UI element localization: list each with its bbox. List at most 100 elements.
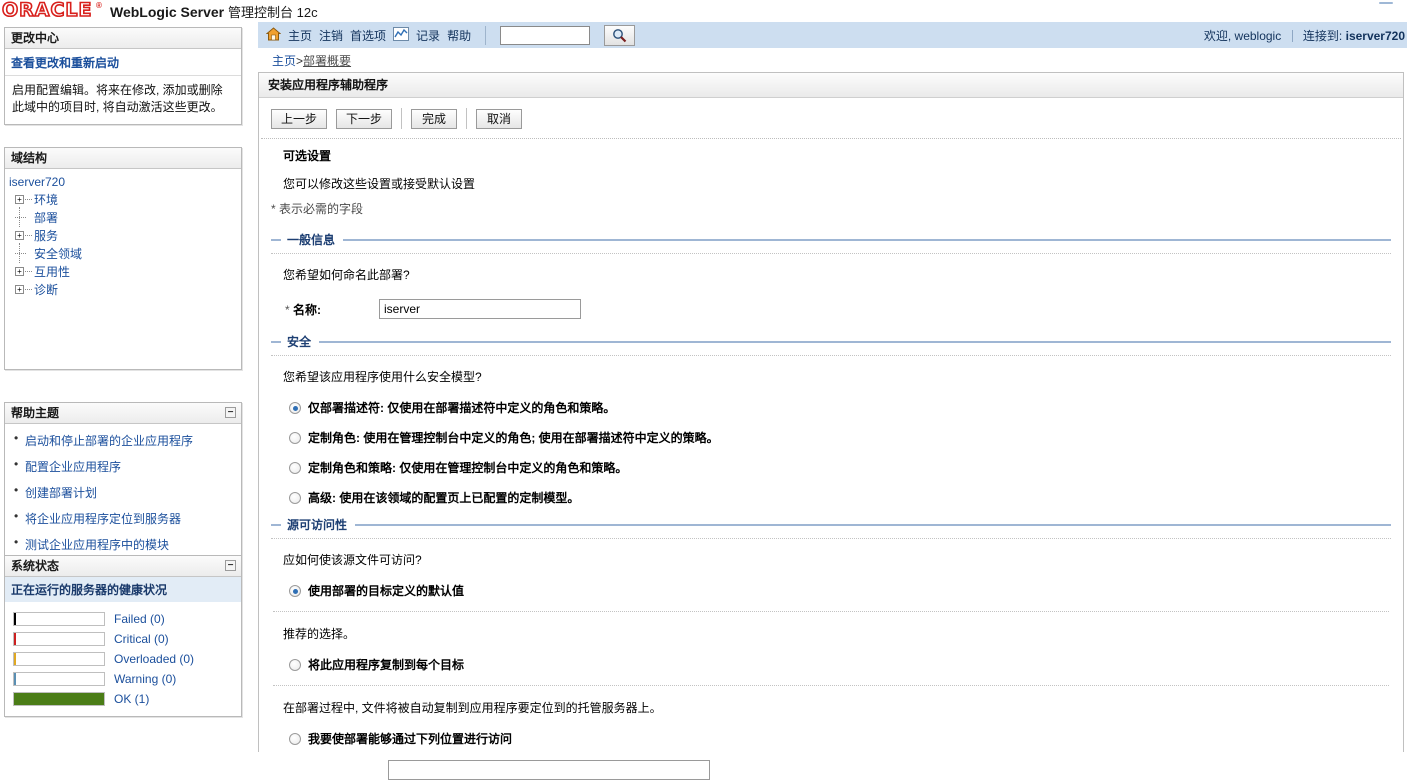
tree-connector-line: [25, 271, 32, 272]
security-option-custom-roles-policies[interactable]: 定制角色和策略: 仅使用在管理控制台中定义的角色和策略。: [271, 445, 1391, 475]
nav-preferences[interactable]: 首选项: [350, 27, 386, 44]
system-status-title: 系统状态: [11, 559, 60, 573]
health-label-overloaded[interactable]: Overloaded (0): [114, 651, 194, 667]
search-button[interactable]: [604, 25, 636, 46]
section-rule-left: [271, 238, 281, 241]
collapse-icon[interactable]: −: [225, 560, 236, 571]
change-center-description: 启用配置编辑。将来在修改, 添加或删除此域中的项目时, 将自动激活这些更改。: [12, 83, 223, 114]
radio-icon-custom-roles-policies[interactable]: [289, 462, 301, 474]
expand-plus-icon[interactable]: +: [15, 267, 24, 276]
radio-icon-use-defaults[interactable]: [289, 585, 301, 597]
optional-settings-subtext: 您可以修改这些设置或接受默认设置: [283, 177, 476, 191]
source-accessibility-question: 应如何使该源文件可访问?: [283, 553, 422, 567]
tree-root-iserver720[interactable]: iserver720: [7, 173, 235, 191]
nav-record[interactable]: 记录: [416, 27, 440, 44]
nav-help[interactable]: 帮助: [447, 27, 471, 44]
domain-structure-header: 域结构: [5, 148, 241, 169]
help-topics-title: 帮助主题: [11, 406, 60, 420]
help-topic-link[interactable]: 将企业应用程序定位到服务器: [25, 512, 181, 526]
source-option-label: 使用部署的目标定义的默认值: [308, 584, 465, 598]
security-option-label: 高级: 使用在该领域的配置页上已配置的定制模型。: [308, 491, 580, 505]
source-accessibility-section: 源可访问性 应如何使该源文件可访问? 使用部署的目标定义的默认值 推荐的选择。 …: [271, 516, 1391, 780]
help-topics-panel: 帮助主题 − 启动和停止部署的企业应用程序 配置企业应用程序 创建部署计划 将企…: [4, 402, 242, 571]
expand-plus-icon[interactable]: +: [15, 195, 24, 204]
health-label-critical[interactable]: Critical (0): [114, 631, 169, 647]
system-status-subtitle: 正在运行的服务器的健康状况: [5, 577, 241, 603]
source-option-copy-to-targets[interactable]: 将此应用程序复制到每个目标: [271, 642, 1391, 672]
source-option-use-defaults[interactable]: 使用部署的目标定义的默认值: [271, 568, 1391, 598]
wizard-button-bar: 上一步 下一步 完成 取消: [259, 98, 1403, 138]
record-chart-icon[interactable]: [393, 27, 410, 44]
cancel-button[interactable]: 取消: [476, 108, 523, 129]
list-item[interactable]: 测试企业应用程序中的模块: [14, 535, 235, 553]
product-name-sub: 管理控制台 12c: [228, 5, 318, 20]
health-label-failed[interactable]: Failed (0): [114, 611, 165, 627]
health-bar-ok: [13, 692, 105, 706]
security-section-title: 安全: [287, 335, 312, 349]
window-control-icon[interactable]: [1371, 0, 1401, 12]
security-option-advanced[interactable]: 高级: 使用在该领域的配置页上已配置的定制模型。: [271, 475, 1391, 505]
tree-item-diagnostics[interactable]: + 诊断: [7, 281, 235, 299]
left-sidebar: 更改中心 查看更改和重新启动 启用配置编辑。将来在修改, 添加或删除此域中的项目…: [0, 22, 246, 752]
system-status-header: 系统状态 −: [5, 556, 241, 577]
source-location-input[interactable]: [388, 760, 710, 780]
nav-home[interactable]: 主页: [288, 27, 312, 44]
next-button[interactable]: 下一步: [336, 108, 393, 129]
nav-logout[interactable]: 注销: [319, 27, 343, 44]
divider: [1291, 30, 1293, 42]
help-topic-link[interactable]: 创建部署计划: [25, 486, 97, 500]
expand-plus-icon[interactable]: +: [15, 285, 24, 294]
tree-item-security-realms[interactable]: 安全领域: [7, 243, 235, 263]
health-label-ok[interactable]: OK (1): [114, 691, 149, 707]
tree-item-label: 服务: [34, 229, 59, 243]
source-accessibility-section-title: 源可访问性: [287, 518, 348, 532]
radio-icon-accessible-from-location[interactable]: [289, 733, 301, 745]
source-option-accessible-from-location[interactable]: 我要使部署能够通过下列位置进行访问: [271, 716, 1391, 746]
back-button[interactable]: 上一步: [271, 108, 328, 129]
oracle-logo: ORACLE: [1, 0, 93, 22]
expand-plus-icon[interactable]: +: [15, 231, 24, 240]
radio-icon-copy-to-targets[interactable]: [289, 659, 301, 671]
tree-connector-line: [15, 217, 26, 218]
help-topic-link[interactable]: 测试企业应用程序中的模块: [25, 538, 169, 552]
button-divider: [466, 108, 468, 129]
deployment-name-label: * 名称:: [273, 301, 379, 318]
general-section-header: 一般信息: [271, 231, 1391, 248]
radio-icon-custom-roles[interactable]: [289, 432, 301, 444]
finish-button[interactable]: 完成: [411, 108, 458, 129]
list-item[interactable]: 创建部署计划: [14, 483, 235, 501]
help-topics-header: 帮助主题 −: [5, 403, 241, 424]
collapse-icon[interactable]: −: [225, 407, 236, 418]
deployment-name-input[interactable]: [379, 299, 581, 319]
radio-icon-dd-only[interactable]: [289, 402, 301, 414]
security-option-custom-roles[interactable]: 定制角色: 使用在管理控制台中定义的角色; 使用在部署描述符中定义的策略。: [271, 415, 1391, 445]
view-changes-and-restarts-link[interactable]: 查看更改和重新启动: [5, 49, 241, 76]
help-topic-link[interactable]: 配置企业应用程序: [25, 460, 121, 474]
change-center-header: 更改中心: [5, 28, 241, 49]
general-section-title: 一般信息: [287, 233, 336, 247]
security-question: 您希望该应用程序使用什么安全模型?: [283, 370, 482, 384]
section-rule-left: [271, 523, 281, 526]
search-input[interactable]: [500, 26, 591, 45]
security-option-dd-only[interactable]: 仅部署描述符: 仅使用在部署描述符中定义的角色和策略。: [271, 385, 1391, 415]
health-row-critical: Critical (0): [12, 629, 234, 649]
nav-divider: [485, 26, 487, 45]
tree-item-deployments[interactable]: 部署: [7, 207, 235, 227]
tree-item-services[interactable]: + 服务: [7, 227, 235, 245]
tree-item-environment[interactable]: + 环境: [7, 191, 235, 209]
tree-connector-line: [25, 199, 32, 200]
health-label-warning[interactable]: Warning (0): [114, 671, 176, 687]
change-center-title: 更改中心: [11, 31, 60, 45]
top-navigation-bar: 主页 注销 首选项 记录 帮助 欢迎, weblogic 连接到: iserve…: [258, 22, 1407, 48]
radio-icon-advanced[interactable]: [289, 492, 301, 504]
health-row-warning: Warning (0): [12, 669, 234, 689]
security-option-label: 定制角色和策略: 仅使用在管理控制台中定义的角色和策略。: [308, 461, 628, 475]
source-location-row: [271, 746, 1391, 780]
list-item[interactable]: 配置企业应用程序: [14, 457, 235, 475]
breadcrumb-home[interactable]: 主页: [272, 54, 296, 68]
help-topic-link[interactable]: 启动和停止部署的企业应用程序: [25, 434, 193, 448]
home-icon[interactable]: [265, 27, 282, 44]
list-item[interactable]: 将企业应用程序定位到服务器: [14, 509, 235, 527]
tree-item-interoperability[interactable]: + 互用性: [7, 263, 235, 281]
list-item[interactable]: 启动和停止部署的企业应用程序: [14, 431, 235, 449]
